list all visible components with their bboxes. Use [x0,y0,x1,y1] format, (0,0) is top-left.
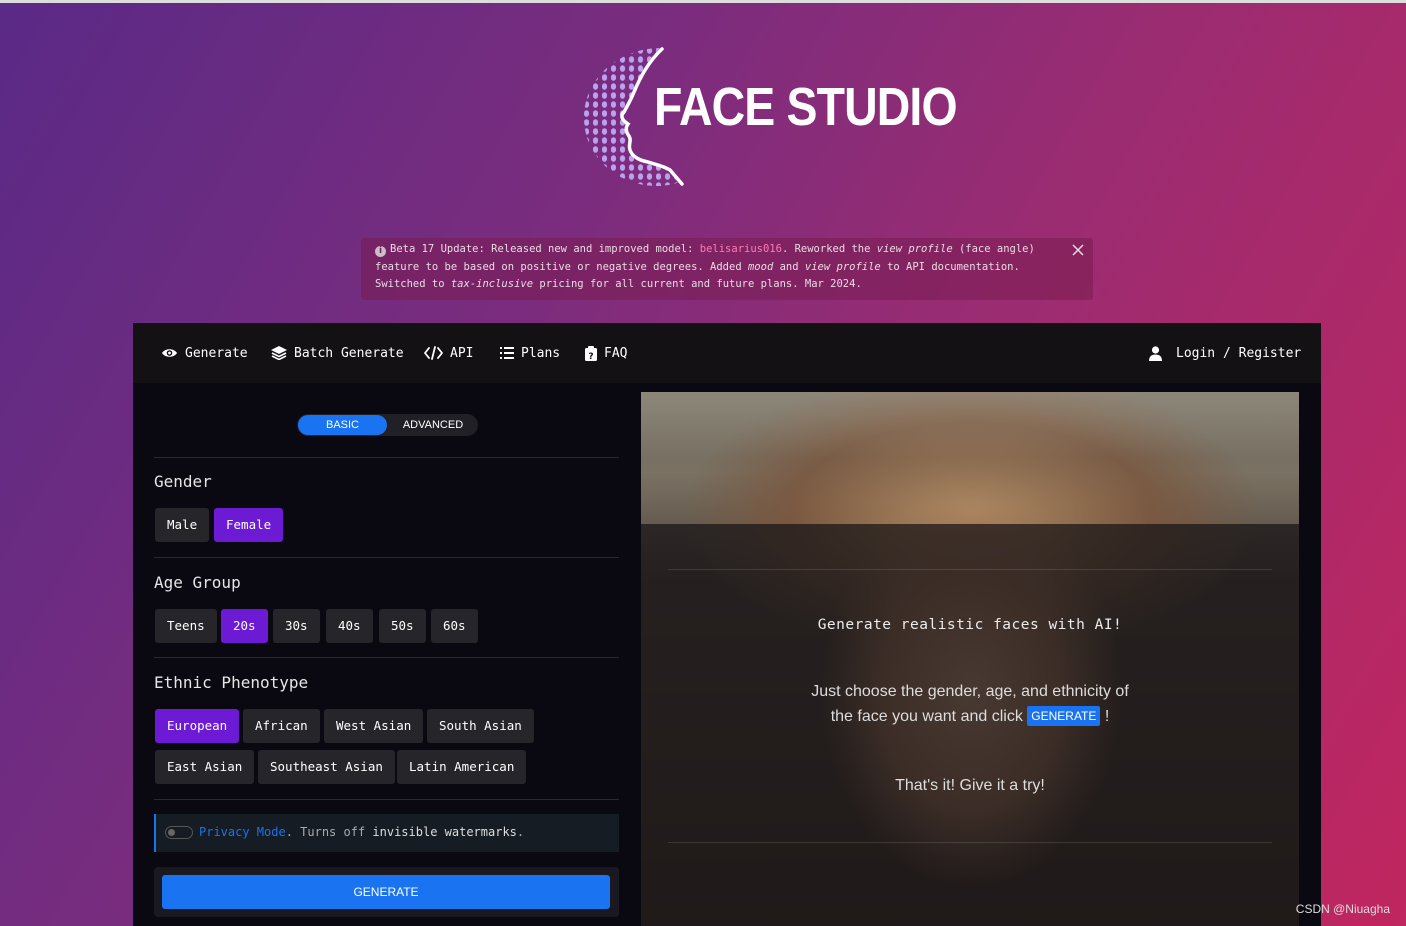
divider [154,457,619,458]
gender-male-button[interactable]: Male [155,508,210,542]
privacy-mode-row: Privacy Mode. Turns off invisible waterm… [154,814,619,852]
intro-text: the face you want and click [830,708,1028,725]
intro-line-3: That's it! Give it a try! [895,777,1045,794]
ethnic-latin-american-button[interactable]: Latin American [397,750,527,784]
overlay-divider [668,842,1272,843]
age-teens-button[interactable]: Teens [155,609,217,643]
intro-text: ! [1100,708,1110,725]
eye-icon [162,349,177,357]
nav-login-label: Login / Register [1176,345,1302,361]
nav-faq-label: FAQ [604,345,628,361]
brand-logo[interactable]: FACE STUDIO [582,46,958,188]
privacy-text: . [516,825,525,839]
notice-term: view profile [804,260,881,273]
ethnic-title: Ethnic Phenotype [154,673,309,692]
privacy-mode-text: Privacy Mode. Turns off invisible waterm… [199,825,524,839]
watermark: CSDN @Niuagha [1295,902,1390,916]
privacy-text: . Turns off [285,825,373,839]
gender-title: Gender [154,472,212,491]
close-icon[interactable] [1071,243,1085,257]
age-title: Age Group [154,573,241,592]
nav-faq[interactable]: ? FAQ [585,344,627,362]
mode-basic-button[interactable]: BASIC [298,415,387,435]
ethnic-european-button[interactable]: European [155,709,240,743]
nav-batch-generate[interactable]: Batch Generate [271,344,404,362]
overlay-divider [668,569,1272,570]
ethnic-southeast-asian-button[interactable]: Southeast Asian [258,750,395,784]
question-clipboard-icon: ? [585,345,597,361]
notice-term: view profile [876,243,953,255]
intro-title: Generate realistic faces with AI! [817,617,1123,633]
generate-button[interactable]: GENERATE [162,875,610,909]
main-card: Generate Batch Generate API Plans ? FAQ … [133,323,1321,926]
age-60s-button[interactable]: 60s [431,609,478,643]
notice-term: mood [747,260,774,273]
intro-overlay: Generate realistic faces with AI! Just c… [641,524,1299,926]
notice-term: tax-inclusive [450,278,534,290]
intro-line-2: the face you want and click GENERATE ! [641,704,1299,729]
divider [154,799,619,800]
ethnic-east-asian-button[interactable]: East Asian [155,750,255,784]
navbar: Generate Batch Generate API Plans ? FAQ … [133,323,1321,383]
code-icon [424,346,443,360]
divider [154,557,619,558]
list-icon [500,347,514,359]
generate-badge: GENERATE [1027,706,1101,726]
intro-line-1: Just choose the gender, age, and ethnici… [811,683,1129,700]
nav-batch-label: Batch Generate [294,345,404,361]
divider [154,657,619,658]
mode-advanced-button[interactable]: ADVANCED [389,415,477,435]
age-50s-button[interactable]: 50s [379,609,426,643]
age-20s-button[interactable]: 20s [221,609,268,643]
preview-panel: Generate realistic faces with AI! Just c… [641,392,1299,926]
info-icon: i [375,246,386,257]
ethnic-south-asian-button[interactable]: South Asian [427,709,534,743]
age-30s-button[interactable]: 30s [273,609,320,643]
nav-api-label: API [450,345,474,361]
ethnic-west-asian-button[interactable]: West Asian [324,709,424,743]
svg-text:?: ? [588,352,593,361]
photo-highlight [641,392,1299,524]
gender-female-button[interactable]: Female [214,508,284,542]
brand-name: FACE STUDIO [654,77,958,137]
nav-plans[interactable]: Plans [500,344,560,362]
notice-text: . Reworked the [781,243,877,255]
user-icon [1149,345,1162,361]
nav-plans-label: Plans [521,345,561,361]
notice-text: Beta 17 Update: Released new and improve… [390,243,700,255]
nav-generate[interactable]: Generate [161,344,248,362]
privacy-text: invisible watermarks [372,825,517,839]
layers-icon [271,346,287,360]
mode-toggle: BASIC ADVANCED [297,414,478,436]
nav-api[interactable]: API [424,344,473,362]
nav-login[interactable]: Login / Register [1149,344,1301,362]
notice-text: pricing for all current and future plans… [533,278,862,290]
generate-container: GENERATE [154,867,619,917]
announcement-banner: i Beta 17 Update: Released new and improv… [361,238,1093,300]
notice-text: and [773,260,805,273]
privacy-mode-toggle[interactable] [165,826,193,839]
ethnic-african-button[interactable]: African [243,709,320,743]
top-border [0,0,1406,3]
privacy-mode-label: Privacy Mode [199,825,286,839]
age-40s-button[interactable]: 40s [326,609,373,643]
nav-generate-label: Generate [185,345,248,361]
model-name: belisarius016 [699,243,782,255]
